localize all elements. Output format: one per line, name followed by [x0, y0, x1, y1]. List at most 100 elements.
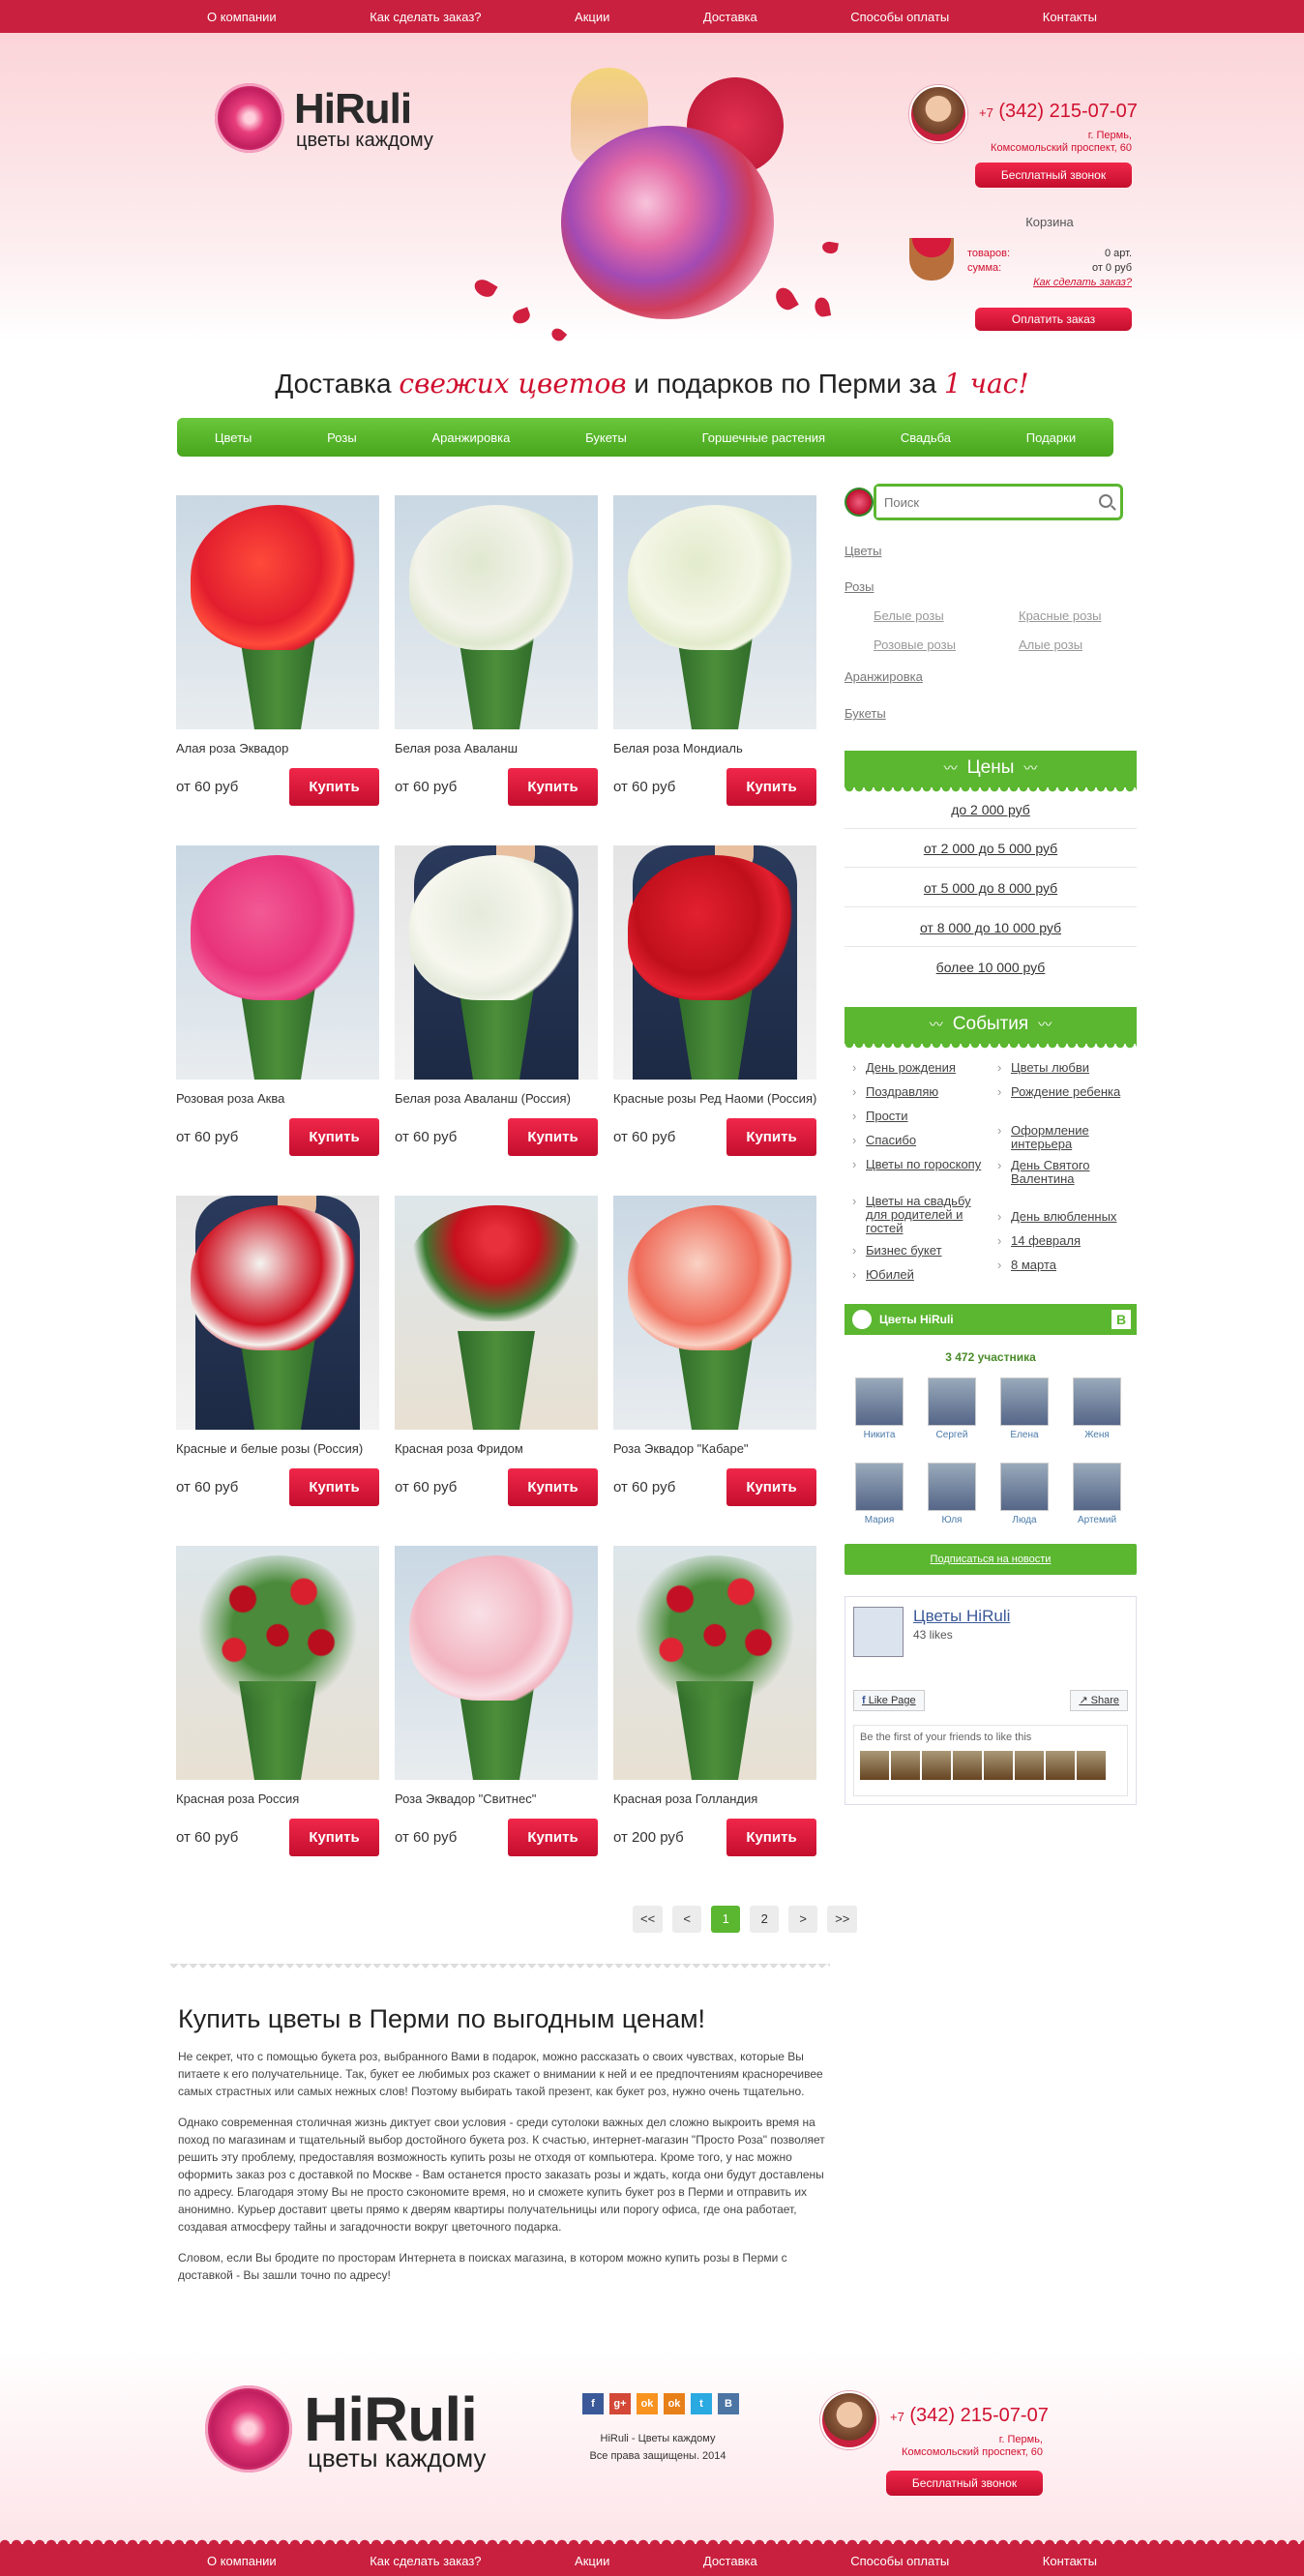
buy-button[interactable]: Купить	[289, 1468, 379, 1506]
menu-gifts[interactable]: Подарки	[1026, 430, 1076, 445]
friend-avatar[interactable]	[891, 1751, 920, 1780]
event-link[interactable]: Спасибо	[852, 1134, 987, 1148]
product-name[interactable]: Красные розы Ред Наоми (Россия)	[613, 1090, 818, 1107]
fb-page-title[interactable]: Цветы HiRuli	[913, 1607, 1010, 1626]
sidebar-sub-white-roses[interactable]: Белые розы	[874, 608, 944, 623]
search-icon[interactable]	[1099, 494, 1112, 508]
vk-member[interactable]: Мария	[850, 1463, 908, 1525]
free-call-button[interactable]: Бесплатный звонок	[975, 163, 1132, 188]
sidebar-cat-flowers[interactable]: Цветы	[845, 544, 881, 558]
price-filter[interactable]: от 2 000 до 5 000 руб	[845, 829, 1137, 868]
event-link[interactable]: Цветы на свадьбу для родителей и гостей	[852, 1195, 987, 1235]
product-image[interactable]	[395, 1546, 598, 1780]
sidebar-cat-bouquets[interactable]: Букеты	[845, 706, 886, 721]
vk-member[interactable]: Артемий	[1068, 1463, 1126, 1525]
product-name[interactable]: Алая роза Эквадор	[176, 740, 381, 756]
product-name[interactable]: Белая роза Мондиаль	[613, 740, 818, 756]
price-filter[interactable]: от 8 000 до 10 000 руб	[845, 908, 1137, 947]
buy-button[interactable]: Купить	[726, 1468, 816, 1506]
page-last[interactable]: >>	[827, 1906, 858, 1933]
friend-avatar[interactable]	[1015, 1751, 1044, 1780]
site-logo[interactable]: HiRuli цветы каждому	[215, 83, 476, 161]
vk-member[interactable]: Юля	[923, 1463, 981, 1525]
buy-button[interactable]: Купить	[289, 1118, 379, 1156]
product-image[interactable]	[613, 495, 816, 729]
page-2[interactable]: 2	[750, 1906, 780, 1933]
event-link[interactable]: Цветы по гороскопу	[852, 1158, 987, 1172]
product-name[interactable]: Роза Эквадор "Кабаре"	[613, 1440, 818, 1457]
menu-flowers[interactable]: Цветы	[215, 430, 252, 445]
product-image[interactable]	[176, 1196, 379, 1430]
buy-button[interactable]: Купить	[726, 768, 816, 806]
event-link[interactable]: День влюбленных	[997, 1210, 1132, 1225]
price-filter[interactable]: до 2 000 руб	[845, 790, 1137, 829]
product-name[interactable]: Красная роза Россия	[176, 1791, 381, 1807]
friend-avatar[interactable]	[984, 1751, 1013, 1780]
sidebar-sub-red-roses[interactable]: Красные розы	[1019, 608, 1102, 623]
page-prev[interactable]: <	[672, 1906, 702, 1933]
nav-payment[interactable]: Способы оплаты	[850, 10, 949, 24]
how-to-order-link[interactable]: Как сделать заказ?	[967, 277, 1132, 288]
buy-button[interactable]: Купить	[508, 1118, 598, 1156]
phone-number[interactable]: +7 (342) 215-07-07	[979, 101, 1138, 123]
search-input[interactable]	[876, 487, 1080, 518]
product-image[interactable]	[613, 845, 816, 1080]
event-link[interactable]: Поздравляю	[852, 1085, 987, 1100]
menu-wedding[interactable]: Свадьба	[901, 430, 951, 445]
page-first[interactable]: <<	[633, 1906, 664, 1933]
menu-arrangement[interactable]: Аранжировка	[431, 430, 510, 445]
vk-widget-header[interactable]: Цветы HiRuli В	[845, 1304, 1137, 1335]
product-card[interactable]: Роза Эквадор "Кабаре" от 60 руб Купить	[613, 1196, 816, 1506]
vk-member[interactable]: Никита	[850, 1377, 908, 1440]
product-card[interactable]: Красная роза Голландия от 200 руб Купить	[613, 1546, 816, 1856]
product-name[interactable]: Красная роза Голландия	[613, 1791, 818, 1807]
vk-member[interactable]: Сергей	[923, 1377, 981, 1440]
pay-order-button[interactable]: Оплатить заказ	[975, 308, 1132, 331]
buy-button[interactable]: Купить	[289, 768, 379, 806]
product-image[interactable]	[395, 495, 598, 729]
event-link[interactable]: Юбилей	[852, 1268, 987, 1283]
product-image[interactable]	[176, 495, 379, 729]
vk-member[interactable]: Женя	[1068, 1377, 1126, 1440]
product-name[interactable]: Красные и белые розы (Россия)	[176, 1440, 381, 1457]
product-card[interactable]: Красная роза Россия от 60 руб Купить	[176, 1546, 379, 1856]
event-link[interactable]: 14 февраля	[997, 1234, 1132, 1249]
friend-avatar[interactable]	[1077, 1751, 1106, 1780]
product-card[interactable]: Роза Эквадор "Свитнес" от 60 руб Купить	[395, 1546, 598, 1856]
product-card[interactable]: Красные и белые розы (Россия) от 60 руб Ку…	[176, 1196, 379, 1506]
buy-button[interactable]: Купить	[726, 1819, 816, 1856]
product-card[interactable]: Красные розы Ред Наоми (Россия) от 60 руб…	[613, 845, 816, 1156]
product-image[interactable]	[395, 1196, 598, 1430]
twitter-icon[interactable]: t	[691, 2393, 712, 2414]
product-image[interactable]	[613, 1196, 816, 1430]
buy-button[interactable]: Купить	[289, 1819, 379, 1856]
price-filter[interactable]: от 5 000 до 8 000 руб	[845, 869, 1137, 907]
product-card[interactable]: Алая роза Эквадор от 60 руб Купить	[176, 495, 379, 806]
product-image[interactable]	[176, 1546, 379, 1780]
sidebar-cat-arrangement[interactable]: Аранжировка	[845, 669, 923, 684]
sidebar-cat-roses[interactable]: Розы	[845, 579, 874, 594]
nav-contacts[interactable]: Контакты	[1043, 10, 1097, 24]
product-name[interactable]: Роза Эквадор "Свитнес"	[395, 1791, 600, 1807]
facebook-icon[interactable]: f	[582, 2393, 604, 2414]
sidebar-sub-scarlet-roses[interactable]: Алые розы	[1019, 637, 1082, 652]
nav-payment[interactable]: Способы оплаты	[850, 2554, 949, 2568]
product-name[interactable]: Розовая роза Аква	[176, 1090, 381, 1107]
nav-promotions[interactable]: Акции	[575, 10, 609, 24]
product-card[interactable]: Белая роза Мондиаль от 60 руб Купить	[613, 495, 816, 806]
event-link[interactable]: Цветы любви	[997, 1061, 1132, 1076]
nav-how-to-order[interactable]: Как сделать заказ?	[370, 2554, 481, 2568]
odnoklassniki-icon[interactable]: ok	[637, 2393, 658, 2414]
vk-icon[interactable]: B	[718, 2393, 739, 2414]
event-link[interactable]: Оформление интерьера	[997, 1124, 1132, 1151]
page-next[interactable]: >	[788, 1906, 818, 1933]
price-filter[interactable]: более 10 000 руб	[845, 948, 1137, 987]
nav-delivery[interactable]: Доставка	[703, 10, 757, 24]
nav-promotions[interactable]: Акции	[575, 2554, 609, 2568]
event-link[interactable]: 8 марта	[997, 1258, 1132, 1273]
google-plus-icon[interactable]: g+	[609, 2393, 631, 2414]
nav-contacts[interactable]: Контакты	[1043, 2554, 1097, 2568]
friend-avatar[interactable]	[1046, 1751, 1075, 1780]
buy-button[interactable]: Купить	[508, 768, 598, 806]
product-card[interactable]: Белая роза Аваланш от 60 руб Купить	[395, 495, 598, 806]
